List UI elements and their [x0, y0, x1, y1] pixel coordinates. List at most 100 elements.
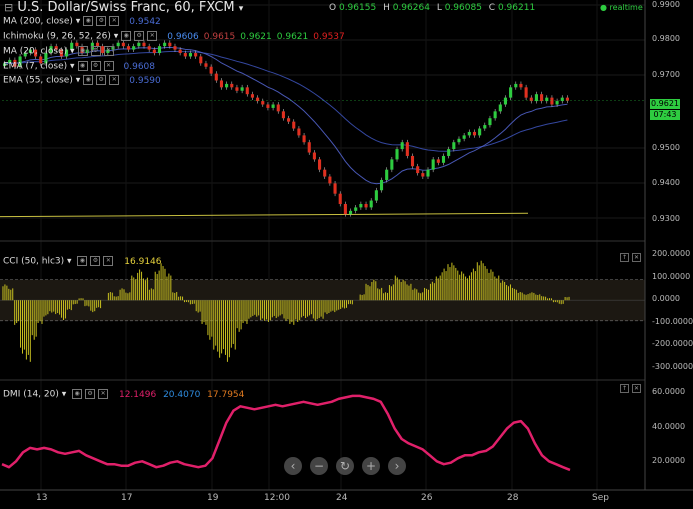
eye-icon[interactable]: ◉ — [77, 256, 88, 266]
dmi-label: DMI (14, 20) — [3, 389, 59, 400]
candle — [540, 94, 544, 102]
realtime-label: realtime — [609, 3, 643, 12]
close-icon[interactable]: ✕ — [147, 31, 158, 41]
panel-up-icon[interactable]: ↑ — [620, 384, 629, 393]
candle — [307, 142, 311, 153]
candle — [188, 53, 193, 57]
indicator-label: Ichimoku (9, 26, 52, 26) — [3, 31, 111, 42]
scroll-left-button[interactable]: ‹ — [284, 457, 302, 475]
candle — [266, 104, 270, 108]
cci-tick: 0.0000 — [652, 294, 680, 303]
candle — [348, 210, 353, 215]
candle — [359, 203, 363, 208]
cci-tick: -100.0000 — [652, 317, 693, 326]
candle — [338, 193, 342, 204]
candle — [157, 46, 162, 54]
close-icon[interactable]: ✕ — [103, 46, 114, 56]
gear-icon[interactable]: ⚙ — [96, 75, 107, 85]
indicator-legend[interactable]: MA (20, close) ▾ ◉ ⚙ ✕ — [3, 46, 114, 57]
candle — [328, 176, 332, 184]
panel-up-icon[interactable]: ↑ — [620, 253, 629, 262]
close-icon[interactable]: ✕ — [109, 75, 120, 85]
price-tick: 0.9800 — [652, 34, 680, 43]
candle — [498, 104, 502, 112]
candle — [168, 42, 172, 47]
low-label: L — [436, 3, 442, 13]
eye-icon[interactable]: ◉ — [77, 61, 88, 71]
chart-title[interactable]: ⊟ U.S. Dollar/Swiss Franc, 60, FXCM ▾ — [4, 0, 243, 15]
candle — [483, 125, 487, 129]
cci-legend[interactable]: CCI (50, hlc3) ▾ ◉ ⚙ ✕ 16.9146 — [3, 256, 162, 267]
gear-icon[interactable]: ⚙ — [96, 16, 107, 26]
eye-icon[interactable]: ◉ — [83, 16, 94, 26]
time-tick: 26 — [421, 493, 433, 503]
high-label: H — [383, 3, 390, 13]
open-value: 0.96155 — [338, 3, 377, 13]
gear-icon[interactable]: ⚙ — [90, 61, 101, 71]
eye-icon[interactable]: ◉ — [77, 46, 88, 56]
candle — [550, 97, 554, 105]
panel-close-icon[interactable]: ✕ — [632, 384, 641, 393]
chevron-down-icon[interactable]: ▾ — [239, 4, 244, 14]
gear-icon[interactable]: ⚙ — [134, 31, 145, 41]
cci-tick: 200.0000 — [652, 249, 691, 258]
candle — [225, 83, 229, 88]
candle — [421, 173, 425, 177]
candle — [395, 149, 399, 160]
time-tick: 24 — [336, 493, 348, 503]
indicator-value: 0.9621 — [240, 31, 272, 42]
dmi-value: 17.7954 — [207, 389, 245, 400]
candle — [132, 46, 136, 50]
candle — [462, 135, 466, 139]
indicator-legend[interactable]: Ichimoku (9, 26, 52, 26) ▾ ◉ ⚙ ✕ 0.9606 0.961… — [3, 31, 345, 42]
gear-icon[interactable]: ⚙ — [90, 46, 101, 56]
indicator-label: MA (20, close) — [3, 46, 68, 57]
trend-line — [0, 212, 529, 218]
candle — [219, 80, 224, 88]
close-icon[interactable]: ✕ — [109, 16, 120, 26]
indicator-legend[interactable]: EMA (55, close) ▾ ◉ ⚙ ✕ 0.9590 — [3, 75, 161, 86]
indicator-value: 0.9590 — [129, 75, 161, 86]
dmi-value: 12.1496 — [118, 389, 157, 400]
candle — [354, 207, 358, 211]
candle — [281, 111, 285, 119]
candle — [524, 87, 528, 98]
menu-icon[interactable]: ⊟ — [4, 1, 13, 14]
candle — [333, 183, 337, 194]
indicator-label: MA (200, close) — [3, 16, 73, 27]
close-icon[interactable]: ✕ — [103, 256, 114, 266]
time-tick: 19 — [207, 493, 219, 503]
candle — [292, 121, 296, 129]
candle — [534, 94, 538, 102]
candle — [565, 97, 569, 101]
time-tick: Sep — [592, 493, 609, 503]
eye-icon[interactable]: ◉ — [83, 75, 94, 85]
cci-value: 16.9146 — [124, 256, 162, 267]
candle — [410, 155, 415, 167]
gear-icon[interactable]: ⚙ — [85, 389, 96, 399]
indicator-legend[interactable]: MA (200, close) ▾ ◉ ⚙ ✕ 0.9542 — [3, 16, 161, 27]
indicator-legend[interactable]: EMA (7, close) ▾ ◉ ⚙ ✕ 0.9608 — [3, 61, 155, 72]
scroll-right-button[interactable]: › — [388, 457, 406, 475]
eye-icon[interactable]: ◉ — [72, 389, 83, 399]
gear-icon[interactable]: ⚙ — [90, 256, 101, 266]
candle — [173, 46, 177, 50]
reset-button[interactable]: ↻ — [336, 457, 354, 475]
price-tick: 0.9900 — [652, 0, 680, 9]
close-icon[interactable]: ✕ — [103, 61, 114, 71]
dmi-legend[interactable]: DMI (14, 20) ▾ ◉ ⚙ ✕ 12.1496 20.4070 17.79… — [3, 389, 244, 400]
indicator-value: 0.9537 — [313, 31, 345, 42]
candle — [297, 128, 301, 136]
close-icon[interactable]: ✕ — [98, 389, 109, 399]
candle — [452, 142, 456, 150]
panel-close-icon[interactable]: ✕ — [632, 253, 641, 262]
candle — [287, 118, 291, 122]
price-tick: 0.9700 — [652, 70, 680, 79]
candle — [519, 83, 523, 88]
eye-icon[interactable]: ◉ — [121, 31, 132, 41]
candle — [436, 159, 440, 163]
zoom-in-button[interactable]: + — [362, 457, 380, 475]
candle — [426, 169, 430, 177]
candle — [488, 118, 492, 126]
zoom-out-button[interactable]: − — [310, 457, 328, 475]
